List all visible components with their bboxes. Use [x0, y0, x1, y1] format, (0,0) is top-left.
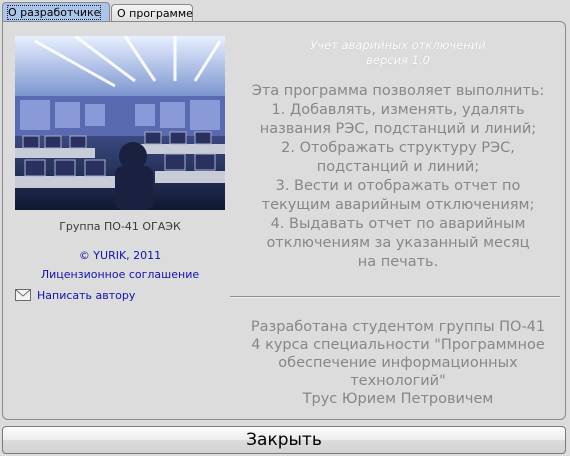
description-line: 3. Вести и отображать отчет по	[275, 178, 521, 194]
author-line: обеспечение информационных	[278, 355, 518, 371]
license-link[interactable]: Лицензионное соглашение	[15, 268, 225, 281]
description-line: подстанций и линий;	[316, 159, 480, 175]
group-caption: Группа ПО-41 ОГАЭК	[59, 220, 181, 233]
description-line: 4. Выдавать отчет по аварийным	[270, 216, 526, 232]
description-line: на печать.	[357, 254, 439, 270]
tab-about-program[interactable]: О программе	[111, 4, 193, 22]
tab-about-developer-label: О разработчике	[6, 5, 102, 20]
description-line: отключениям за указанный месяц	[266, 235, 530, 251]
copyright-text: © YURIK, 2011	[78, 249, 162, 262]
description-line: текущим аварийным отключениям;	[261, 197, 535, 213]
author-info: Разработана студентом группы ПО-41 4 кур…	[228, 318, 568, 408]
description-line: 1. Добавлять, изменять, удалять	[271, 102, 525, 118]
description-line: 2. Отображать структуру РЭС,	[281, 140, 515, 156]
control-room-photo	[15, 36, 225, 210]
description-line: названия РЭС, подстанций и линий;	[259, 121, 537, 137]
write-author-link[interactable]: Написать автору	[15, 288, 135, 302]
program-description: Эта программа позволяет выполнить: 1. До…	[228, 82, 568, 272]
write-author-label: Написать автору	[37, 288, 136, 302]
author-line: Разработана студентом группы ПО-41	[250, 319, 546, 335]
separator-line	[230, 296, 560, 298]
close-button[interactable]: Закрыть	[2, 426, 566, 454]
author-line: 4 курса специальности "Программное	[251, 337, 545, 353]
author-line: Трус Юрием Петровичем	[302, 391, 494, 407]
app-title: Учет аварийных отключений версия 1.0	[228, 38, 568, 68]
description-line: Эта программа позволяет выполнить:	[251, 83, 545, 99]
tab-about-developer[interactable]: О разработчике	[2, 2, 110, 22]
author-line: технологий"	[350, 373, 446, 389]
envelope-icon	[15, 289, 31, 301]
app-title-name: Учет аварийных отключений	[310, 38, 486, 52]
tab-about-program-label: О программе	[117, 7, 193, 20]
app-version: версия 1.0	[366, 53, 430, 67]
